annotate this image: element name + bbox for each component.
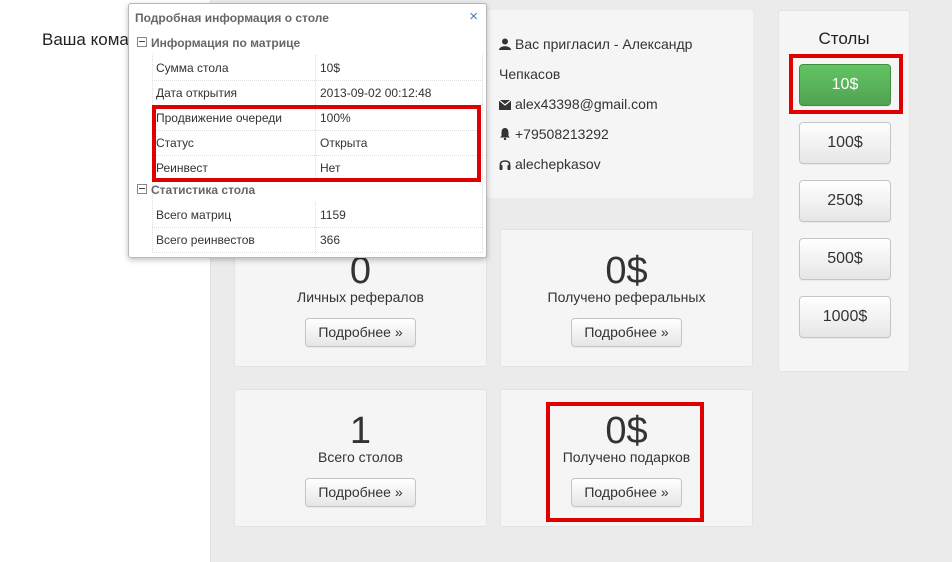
table-row: Всего реинвестов 366 xyxy=(152,227,483,253)
row-value: 366 xyxy=(320,233,341,247)
skype-line: alechepkasov xyxy=(499,156,601,172)
stats-section-header[interactable]: Статистика стола xyxy=(137,183,255,197)
table-button-10[interactable]: 10$ xyxy=(799,64,891,106)
skype-text: alechepkasov xyxy=(515,156,601,172)
row-key: Сумма стола xyxy=(156,61,229,75)
stat-label: Личных рефералов xyxy=(297,289,424,305)
stat-gifts-received: 0$ Получено подарков Подробнее » xyxy=(500,389,753,527)
row-separator xyxy=(315,227,316,252)
row-key: Всего реинвестов xyxy=(156,233,255,247)
inviter-name-line: Чепкасов xyxy=(499,66,560,82)
stat-referral-income: 0$ Получено реферальных Подробнее » xyxy=(500,229,753,367)
popup-title: Подробная информация о столе xyxy=(135,11,329,25)
stat-label: Получено подарков xyxy=(562,449,691,465)
row-key: Продвижение очереди xyxy=(156,111,282,125)
inviter-name-cont: Чепкасов xyxy=(499,66,561,82)
matrix-section-title: Информация по матрице xyxy=(151,36,301,50)
table-row: Статус Открыта xyxy=(152,130,483,156)
stat-value: 0$ xyxy=(605,410,648,452)
email-line: alex43398@gmail.com xyxy=(498,96,658,112)
row-value: Нет xyxy=(320,161,341,175)
stat-value: 1 xyxy=(349,410,372,452)
inviter-line: Вас пригласил - Александр xyxy=(499,36,692,52)
row-separator xyxy=(315,130,316,155)
envelope-icon xyxy=(498,99,512,110)
row-value: Открыта xyxy=(320,136,368,150)
row-key: Всего матриц xyxy=(156,208,232,222)
tables-title: Столы xyxy=(818,29,870,48)
phone-text: +79508213292 xyxy=(515,126,609,142)
stat-label: Получено реферальных xyxy=(547,289,706,305)
row-separator xyxy=(315,105,316,130)
table-button-250[interactable]: 250$ xyxy=(799,180,891,222)
row-separator xyxy=(315,55,316,80)
inviter-panel: Вас пригласил - Александр Чепкасов alex4… xyxy=(487,10,753,198)
details-button[interactable]: Подробнее » xyxy=(571,318,682,347)
table-details-popup: Подробная информация о столе × Информаци… xyxy=(128,3,487,258)
details-button[interactable]: Подробнее » xyxy=(305,318,416,347)
tables-panel: Столы 10$ 100$ 250$ 500$ 1000$ xyxy=(778,10,910,372)
table-button-500[interactable]: 500$ xyxy=(799,238,891,280)
details-button[interactable]: Подробнее » xyxy=(305,478,416,507)
row-separator xyxy=(315,202,316,227)
matrix-section-header[interactable]: Информация по матрице xyxy=(137,36,300,50)
row-key: Дата открытия xyxy=(156,86,238,100)
table-row: Сумма стола 10$ xyxy=(152,55,483,81)
row-value: 2013-09-02 00:12:48 xyxy=(320,86,432,100)
team-title: Ваша кома xyxy=(42,30,129,49)
table-button-100[interactable]: 100$ xyxy=(799,122,891,164)
table-button-1000[interactable]: 1000$ xyxy=(799,296,891,338)
close-icon[interactable]: × xyxy=(469,8,478,25)
phone-line: +79508213292 xyxy=(499,126,609,142)
row-value: 100% xyxy=(320,111,351,125)
stat-value: 0$ xyxy=(605,250,648,292)
row-separator xyxy=(315,155,316,180)
headphones-icon xyxy=(499,160,511,170)
table-row: Дата открытия 2013-09-02 00:12:48 xyxy=(152,80,483,106)
table-row: Продвижение очереди 100% xyxy=(152,105,483,131)
email-text: alex43398@gmail.com xyxy=(515,96,658,112)
row-separator xyxy=(315,80,316,105)
bell-icon xyxy=(500,128,510,141)
row-key: Статус xyxy=(156,136,194,150)
collapse-icon[interactable] xyxy=(137,37,147,47)
stats-section-title: Статистика стола xyxy=(151,183,256,197)
table-row: Всего матриц 1159 xyxy=(152,202,483,228)
row-key: Реинвест xyxy=(156,161,208,175)
user-icon xyxy=(499,38,511,50)
row-value: 1159 xyxy=(320,208,346,222)
stat-label: Всего столов xyxy=(318,449,403,465)
table-row: Реинвест Нет xyxy=(152,155,483,181)
stat-total-tables: 1 Всего столов Подробнее » xyxy=(234,389,487,527)
row-value: 10$ xyxy=(320,61,341,75)
details-button[interactable]: Подробнее » xyxy=(571,478,682,507)
collapse-icon[interactable] xyxy=(137,184,147,194)
inviter-text: Вас пригласил - Александр xyxy=(515,36,693,52)
